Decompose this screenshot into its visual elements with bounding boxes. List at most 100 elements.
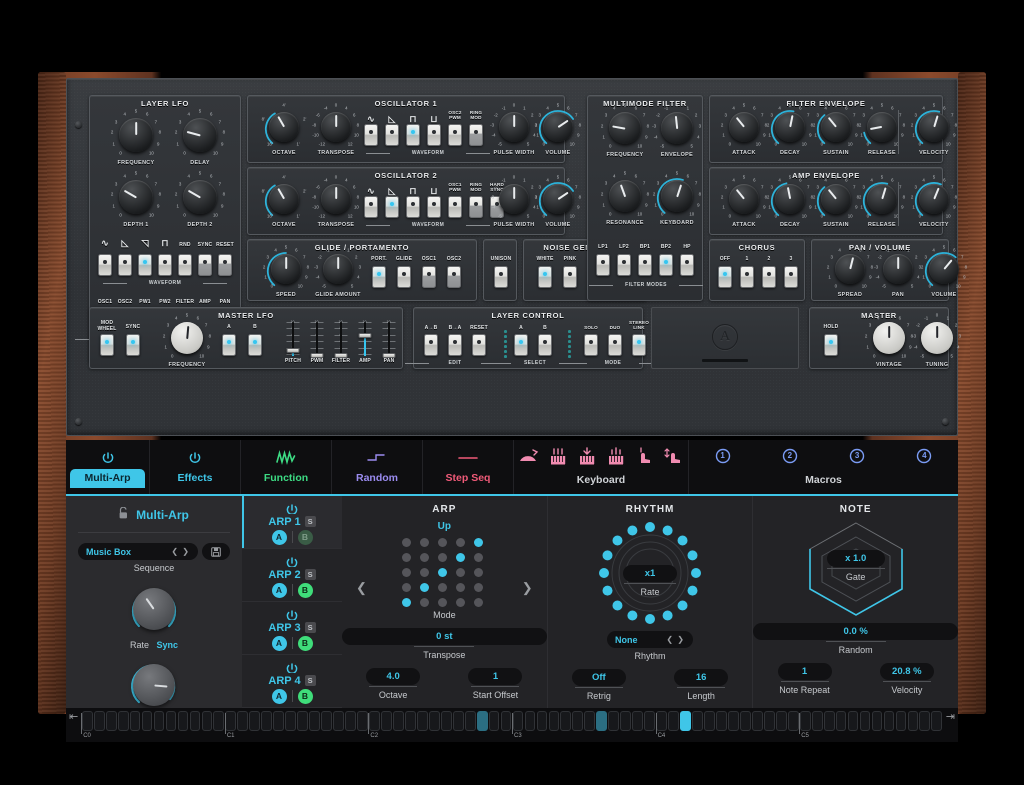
layer-edit-0[interactable] — [424, 334, 438, 356]
filter-mode-4[interactable] — [680, 254, 694, 276]
rhythm-step-dot[interactable] — [627, 525, 638, 536]
arp-mode-dot[interactable] — [474, 553, 484, 562]
arp-mode-dot[interactable] — [402, 538, 412, 547]
keyboard-key[interactable] — [859, 711, 871, 731]
arp-power-button[interactable] — [279, 500, 305, 515]
keyboard-scroll-left-icon[interactable]: ⇤ — [66, 708, 81, 723]
rhythm-step-dot[interactable] — [662, 525, 673, 536]
arp-mode-dot[interactable] — [474, 583, 484, 592]
keyboard-key[interactable] — [524, 711, 536, 731]
arp-list-item[interactable]: ARP 2SAB — [242, 549, 342, 602]
layer-lfo-wave-4[interactable] — [178, 254, 192, 276]
keyboard-key[interactable] — [548, 711, 560, 731]
keyboard-key[interactable] — [919, 711, 931, 731]
keyboard-key[interactable] — [656, 711, 667, 731]
chorus-switch-3[interactable] — [784, 266, 798, 288]
keyboard-key[interactable] — [692, 711, 703, 731]
arp-layer-b-button[interactable]: B — [297, 635, 313, 651]
oscillator1-module-wave-1[interactable] — [385, 124, 399, 146]
keyboard-key[interactable] — [165, 711, 177, 731]
keyboard-key[interactable] — [452, 711, 464, 731]
keyboard-key[interactable] — [321, 711, 332, 731]
noise-switch-0[interactable] — [538, 266, 552, 288]
sequence-prev-next-icon[interactable]: ❮ ❯ — [171, 547, 190, 556]
oscillator2-module-wave-1[interactable] — [385, 196, 399, 218]
touch-icon-button[interactable] — [632, 446, 658, 471]
rhythm-step-dot[interactable] — [612, 600, 623, 611]
keyboard-key[interactable] — [488, 711, 500, 731]
arp-mode-dot[interactable] — [456, 553, 466, 562]
layer-edit-1[interactable] — [448, 334, 462, 356]
keyboard-key[interactable] — [739, 711, 751, 731]
arp-mode-dot[interactable] — [456, 583, 466, 592]
keyboard-key[interactable] — [560, 711, 572, 731]
rhythm-step-dot[interactable] — [662, 610, 673, 621]
filter-mode-0[interactable] — [596, 254, 610, 276]
keyboard-key[interactable] — [572, 711, 584, 731]
fader-pan[interactable]: 1086420 — [382, 320, 395, 358]
rhythm-step-dot[interactable] — [677, 600, 688, 611]
rhythm-step-dot[interactable] — [627, 610, 638, 621]
keyboard-key[interactable] — [369, 711, 380, 731]
arp-mode-dot[interactable] — [420, 598, 430, 607]
glide-switch-2[interactable] — [422, 266, 436, 288]
arp-mode-prev-icon[interactable]: ❮ — [356, 580, 367, 596]
tab-multi-arp[interactable]: Multi-Arp — [66, 440, 150, 494]
keyboard-key[interactable] — [763, 711, 775, 731]
layer-mode-2[interactable] — [632, 334, 646, 356]
keyboard-key[interactable] — [309, 711, 320, 731]
keyboard-key[interactable] — [428, 711, 440, 731]
keyboard-key[interactable] — [883, 711, 895, 731]
arp-mode-dot[interactable] — [420, 538, 430, 547]
macro-4-button[interactable]: 4 — [911, 446, 937, 471]
layer-lfo-wave-2[interactable] — [138, 254, 152, 276]
rhythm-step-dot[interactable] — [645, 522, 655, 532]
sequence-selector[interactable]: Music Box ❮ ❯ — [78, 543, 198, 560]
layer-lfo-wave-1[interactable] — [118, 254, 132, 276]
arp-mode-dot[interactable] — [420, 568, 430, 577]
save-sequence-button[interactable] — [202, 543, 230, 560]
note-gate-value[interactable]: x 1.0 — [826, 550, 885, 567]
keyboard-key[interactable] — [931, 711, 943, 731]
keyboard-key[interactable] — [787, 711, 799, 731]
keyboard-key[interactable] — [847, 711, 859, 731]
keyboard-key[interactable] — [357, 711, 368, 731]
rhythm-step-dot[interactable] — [602, 550, 613, 561]
keyboard-key[interactable] — [811, 711, 823, 731]
arp-mode-dot[interactable] — [456, 568, 466, 577]
keyboard-key[interactable] — [177, 711, 189, 731]
arp-solo-badge[interactable]: S — [304, 516, 316, 527]
arp-power-button[interactable] — [279, 553, 305, 568]
arp-list-item[interactable]: ARP 1SAB — [242, 496, 342, 549]
keyboard-up-icon-button[interactable] — [545, 446, 571, 471]
arp-layer-a-button[interactable]: A — [271, 582, 287, 598]
arp-mode-dot[interactable] — [438, 553, 448, 562]
keyboard-key[interactable] — [907, 711, 919, 731]
arp-layer-a-button[interactable]: A — [271, 635, 287, 651]
glide-switch-3[interactable] — [447, 266, 461, 288]
layer-mode-0[interactable] — [584, 334, 598, 356]
keyboard-key[interactable] — [416, 711, 428, 731]
layer-lfo-wave-5[interactable] — [198, 254, 212, 276]
arp-layer-b-button[interactable]: B — [297, 688, 313, 704]
oscillator2-module-wave-3[interactable] — [427, 196, 441, 218]
rhythm-prev-next-icon[interactable]: ❮ ❯ — [666, 635, 685, 644]
tab-function[interactable]: Function — [241, 440, 332, 494]
arp-mode-dot[interactable] — [420, 583, 430, 592]
macro-2-button[interactable]: 2 — [777, 446, 803, 471]
oscillator1-module-wave-0[interactable] — [364, 124, 378, 146]
keyboard-strip[interactable]: ⇤ C0 C1 C2 C3 C4 C5 ⇥ — [66, 708, 958, 742]
keyboard-key[interactable] — [404, 711, 416, 731]
keyboard-key[interactable] — [775, 711, 787, 731]
keyboard-keys[interactable]: C0 C1 C2 C3 C4 C5 — [81, 708, 943, 739]
keyboard-key[interactable] — [632, 711, 644, 731]
macro-3-button[interactable]: 3 — [844, 446, 870, 471]
oscillator2-module-wave-0[interactable] — [364, 196, 378, 218]
arp-mode-dot[interactable] — [402, 583, 412, 592]
gate-knob[interactable] — [126, 657, 182, 708]
arp-layer-a-button[interactable]: A — [271, 688, 287, 704]
keyboard-key[interactable] — [704, 711, 715, 731]
glide-switch-0[interactable] — [372, 266, 386, 288]
arp-mode-next-icon[interactable]: ❯ — [522, 580, 533, 596]
rate-knob[interactable] — [126, 581, 182, 637]
